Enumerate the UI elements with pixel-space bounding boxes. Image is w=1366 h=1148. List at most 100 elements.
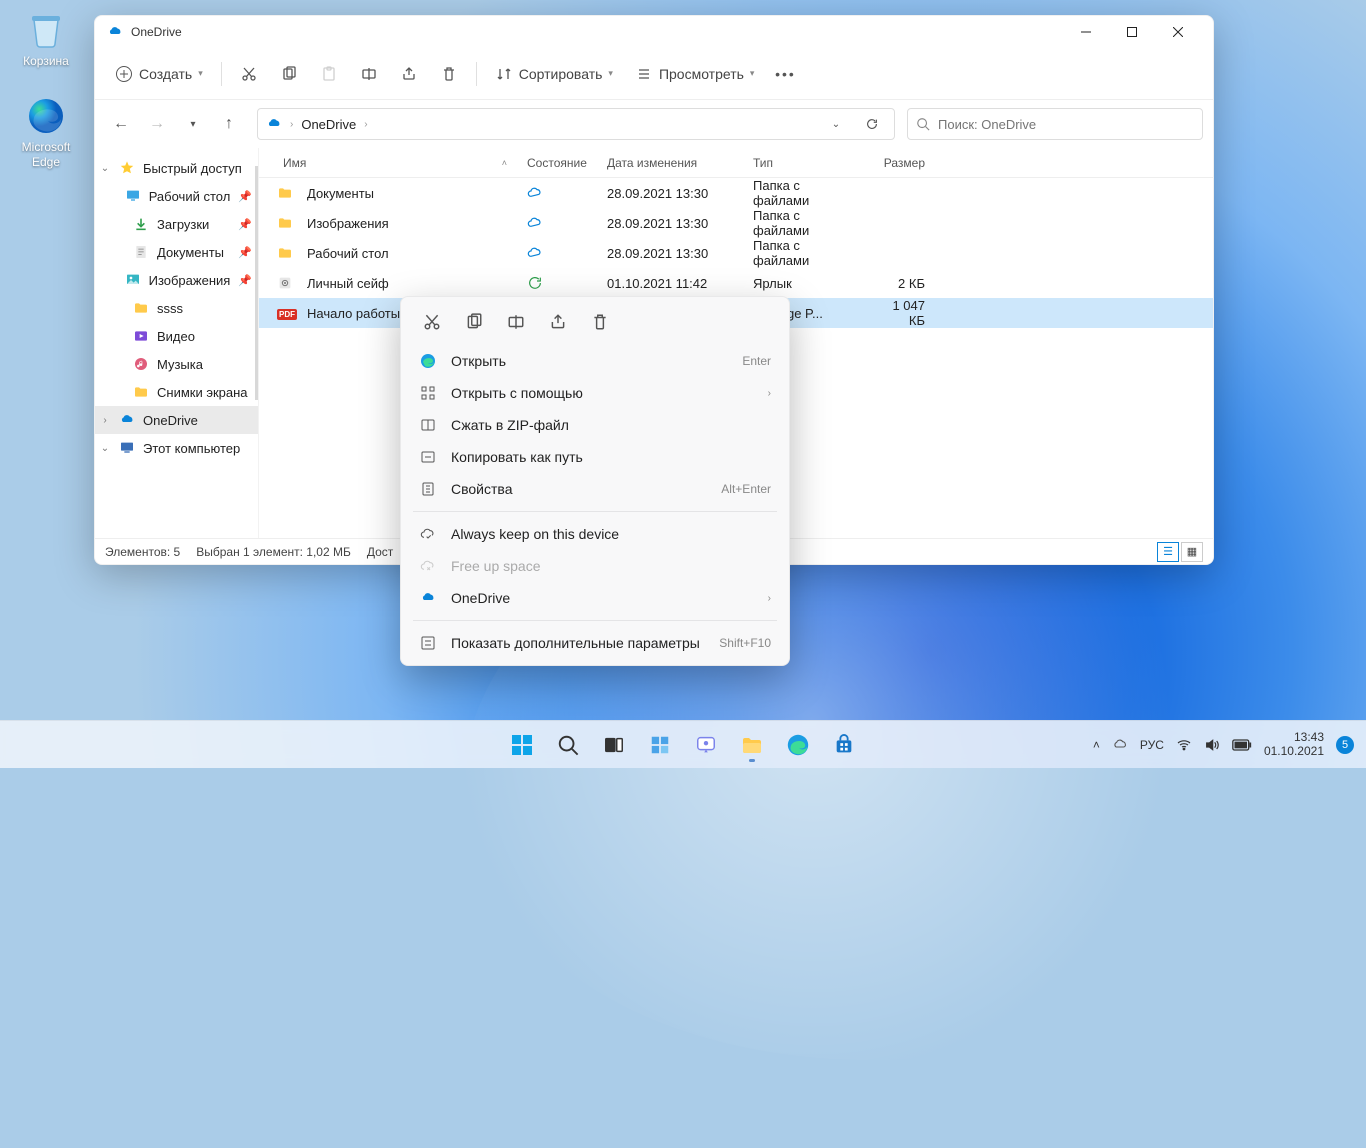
close-button[interactable] <box>1155 16 1201 48</box>
search-input[interactable] <box>938 117 1194 132</box>
start-button[interactable] <box>502 725 542 765</box>
forward-button[interactable]: → <box>141 108 173 140</box>
ctx-show-more[interactable]: Показать дополнительные параметрыShift+F… <box>401 627 789 659</box>
chevron-right-icon: › <box>768 388 771 399</box>
back-button[interactable]: ← <box>105 108 137 140</box>
address-bar[interactable]: › OneDrive › ⌄ <box>257 108 895 140</box>
more-button[interactable]: ••• <box>766 56 804 92</box>
edge-shortcut[interactable]: Microsoft Edge <box>10 94 82 169</box>
caret-icon: › <box>99 415 111 426</box>
sidebar-item[interactable]: Документы📌 <box>95 238 258 266</box>
sidebar-item[interactable]: Видео <box>95 322 258 350</box>
sidebar-item[interactable]: ssss <box>95 294 258 322</box>
sidebar-item-label: Видео <box>157 329 195 344</box>
details-view-toggle[interactable]: ☰ <box>1157 542 1179 562</box>
ctx-free-space: Free up space <box>401 550 789 582</box>
file-row[interactable]: Документы28.09.2021 13:30Папка с файлами <box>259 178 1213 208</box>
new-label: Создать <box>139 66 192 82</box>
caret-icon: ⌄ <box>99 443 111 454</box>
taskbar-chat[interactable] <box>686 725 726 765</box>
maximize-button[interactable] <box>1109 16 1155 48</box>
ctx-onedrive[interactable]: OneDrive› <box>401 582 789 614</box>
share-button[interactable] <box>390 56 428 92</box>
col-name[interactable]: Имя˄ <box>259 156 517 170</box>
cloud-icon <box>119 412 135 428</box>
ctx-zip[interactable]: Сжать в ZIP-файл <box>401 409 789 441</box>
taskbar-explorer[interactable] <box>732 725 772 765</box>
tray-onedrive-icon[interactable] <box>1112 737 1128 753</box>
ctx-open[interactable]: ОткрытьEnter <box>401 345 789 377</box>
ctx-open-with[interactable]: Открыть с помощью› <box>401 377 789 409</box>
ctx-always-keep[interactable]: Always keep on this device <box>401 518 789 550</box>
col-type[interactable]: Тип <box>743 156 865 170</box>
recent-dropdown[interactable]: ▾ <box>177 108 209 140</box>
ctx-copy-path[interactable]: Копировать как путь <box>401 441 789 473</box>
search-box[interactable] <box>907 108 1203 140</box>
refresh-button[interactable] <box>858 110 886 138</box>
copy-button[interactable] <box>270 56 308 92</box>
sidebar-item[interactable]: ›OneDrive <box>95 406 258 434</box>
zip-icon <box>419 417 437 433</box>
sidebar-item[interactable]: Изображения📌 <box>95 266 258 294</box>
taskbar-store[interactable] <box>824 725 864 765</box>
new-button[interactable]: Создать ▾ <box>105 56 213 92</box>
taskbar-widgets[interactable] <box>640 725 680 765</box>
notification-badge[interactable]: 5 <box>1336 736 1354 754</box>
ctx-rename-button[interactable] <box>503 309 529 335</box>
path-icon <box>419 449 437 465</box>
sidebar-item[interactable]: ⌄Быстрый доступ <box>95 154 258 182</box>
file-row[interactable]: Личный сейф01.10.2021 11:42Ярлык2 КБ <box>259 268 1213 298</box>
file-row[interactable]: Рабочий стол28.09.2021 13:30Папка с файл… <box>259 238 1213 268</box>
chevron-right-icon: › <box>290 119 293 130</box>
recycle-bin[interactable]: Корзина <box>10 8 82 68</box>
thumbs-view-toggle[interactable]: ▦ <box>1181 542 1203 562</box>
col-state[interactable]: Состояние <box>517 156 597 170</box>
file-name: Документы <box>307 186 374 201</box>
ctx-properties[interactable]: СвойстваAlt+Enter <box>401 473 789 505</box>
ctx-share-button[interactable] <box>545 309 571 335</box>
rename-button[interactable] <box>350 56 388 92</box>
edge-label: Microsoft Edge <box>10 140 82 169</box>
delete-button[interactable] <box>430 56 468 92</box>
pin-icon: 📌 <box>238 246 252 259</box>
sort-icon <box>495 65 513 83</box>
cloud-check-icon <box>419 526 437 542</box>
sidebar: ⌄Быстрый доступРабочий стол📌Загрузки📌Док… <box>95 148 259 538</box>
sort-button[interactable]: Сортировать ▾ <box>485 56 623 92</box>
star-icon <box>119 160 135 176</box>
col-date[interactable]: Дата изменения <box>597 156 743 170</box>
sidebar-item-label: Изображения <box>149 273 231 288</box>
up-button[interactable]: ↑ <box>213 108 245 140</box>
sidebar-item[interactable]: Музыка <box>95 350 258 378</box>
ctx-cut-button[interactable] <box>419 309 445 335</box>
sidebar-item[interactable]: ⌄Этот компьютер <box>95 434 258 462</box>
tray-wifi-icon[interactable] <box>1176 737 1192 753</box>
breadcrumb-onedrive[interactable]: OneDrive <box>301 117 356 132</box>
sidebar-item[interactable]: Снимки экрана <box>95 378 258 406</box>
tray-battery-icon[interactable] <box>1232 739 1252 751</box>
taskbar-edge[interactable] <box>778 725 818 765</box>
pdf-icon: PDF <box>277 305 293 321</box>
status-availability: Дост <box>367 545 393 559</box>
sidebar-item[interactable]: Загрузки📌 <box>95 210 258 238</box>
col-size[interactable]: Размер <box>865 156 935 170</box>
sidebar-item[interactable]: Рабочий стол📌 <box>95 182 258 210</box>
ctx-copy-button[interactable] <box>461 309 487 335</box>
history-dropdown[interactable]: ⌄ <box>822 110 850 138</box>
list-icon <box>635 65 653 83</box>
folder-icon <box>277 185 293 201</box>
file-row[interactable]: Изображения28.09.2021 13:30Папка с файла… <box>259 208 1213 238</box>
tray-volume-icon[interactable] <box>1204 737 1220 753</box>
taskbar-search[interactable] <box>548 725 588 765</box>
file-state <box>517 275 597 291</box>
minimize-button[interactable] <box>1063 16 1109 48</box>
file-type: Папка с файлами <box>743 178 865 208</box>
ctx-delete-button[interactable] <box>587 309 613 335</box>
taskbar-taskview[interactable] <box>594 725 634 765</box>
view-button[interactable]: Просмотреть ▾ <box>625 56 765 92</box>
tray-language[interactable]: РУС <box>1140 738 1164 752</box>
tray-chevron-up-icon[interactable]: ˄ <box>1093 738 1100 752</box>
cut-button[interactable] <box>230 56 268 92</box>
tray-clock[interactable]: 13:4301.10.2021 <box>1264 731 1324 759</box>
paste-button[interactable] <box>310 56 348 92</box>
